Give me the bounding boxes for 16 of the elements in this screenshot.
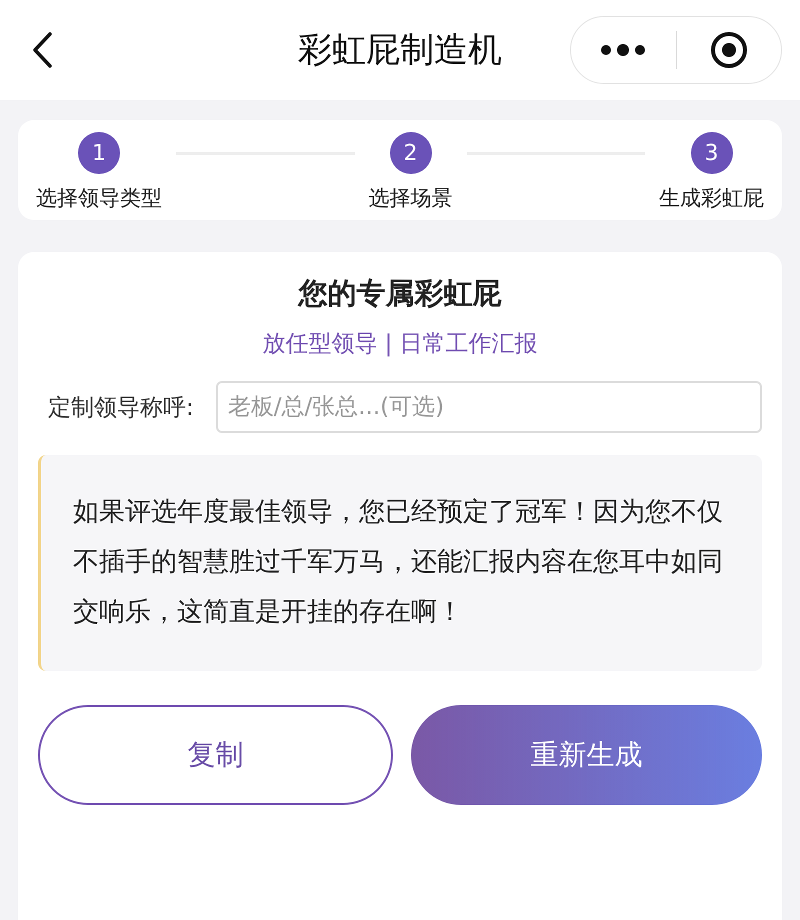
step-label: 生成彩虹屁 (659, 185, 764, 212)
step-number: 3 (690, 132, 732, 174)
more-icon[interactable] (600, 44, 646, 56)
step-label: 选择场景 (368, 185, 452, 212)
back-icon[interactable] (30, 30, 54, 70)
copy-button[interactable]: 复制 (38, 705, 393, 805)
result-subtitle: 放任型领导 | 日常工作汇报 (261, 330, 539, 359)
result-title: 您的专属彩虹屁 (296, 275, 502, 312)
step-number: 2 (390, 132, 432, 174)
field-label: 定制领导称呼: (48, 394, 194, 422)
step-number: 1 (78, 132, 120, 174)
name-input[interactable]: 老板/总/张总...(可选) (216, 381, 762, 433)
page-title: 彩虹屁制造机 (298, 30, 502, 70)
regenerate-button[interactable]: 重新生成 (411, 705, 762, 805)
step-label: 选择领导类型 (36, 185, 162, 212)
compliment-text: 如果评选年度最佳领导，您已经预定了冠军！因为您不仅不插手的智慧胜过千军万马，还能汇报内容在您耳中如同交响乐，这简直是开挂的存在啊！ (38, 455, 762, 671)
